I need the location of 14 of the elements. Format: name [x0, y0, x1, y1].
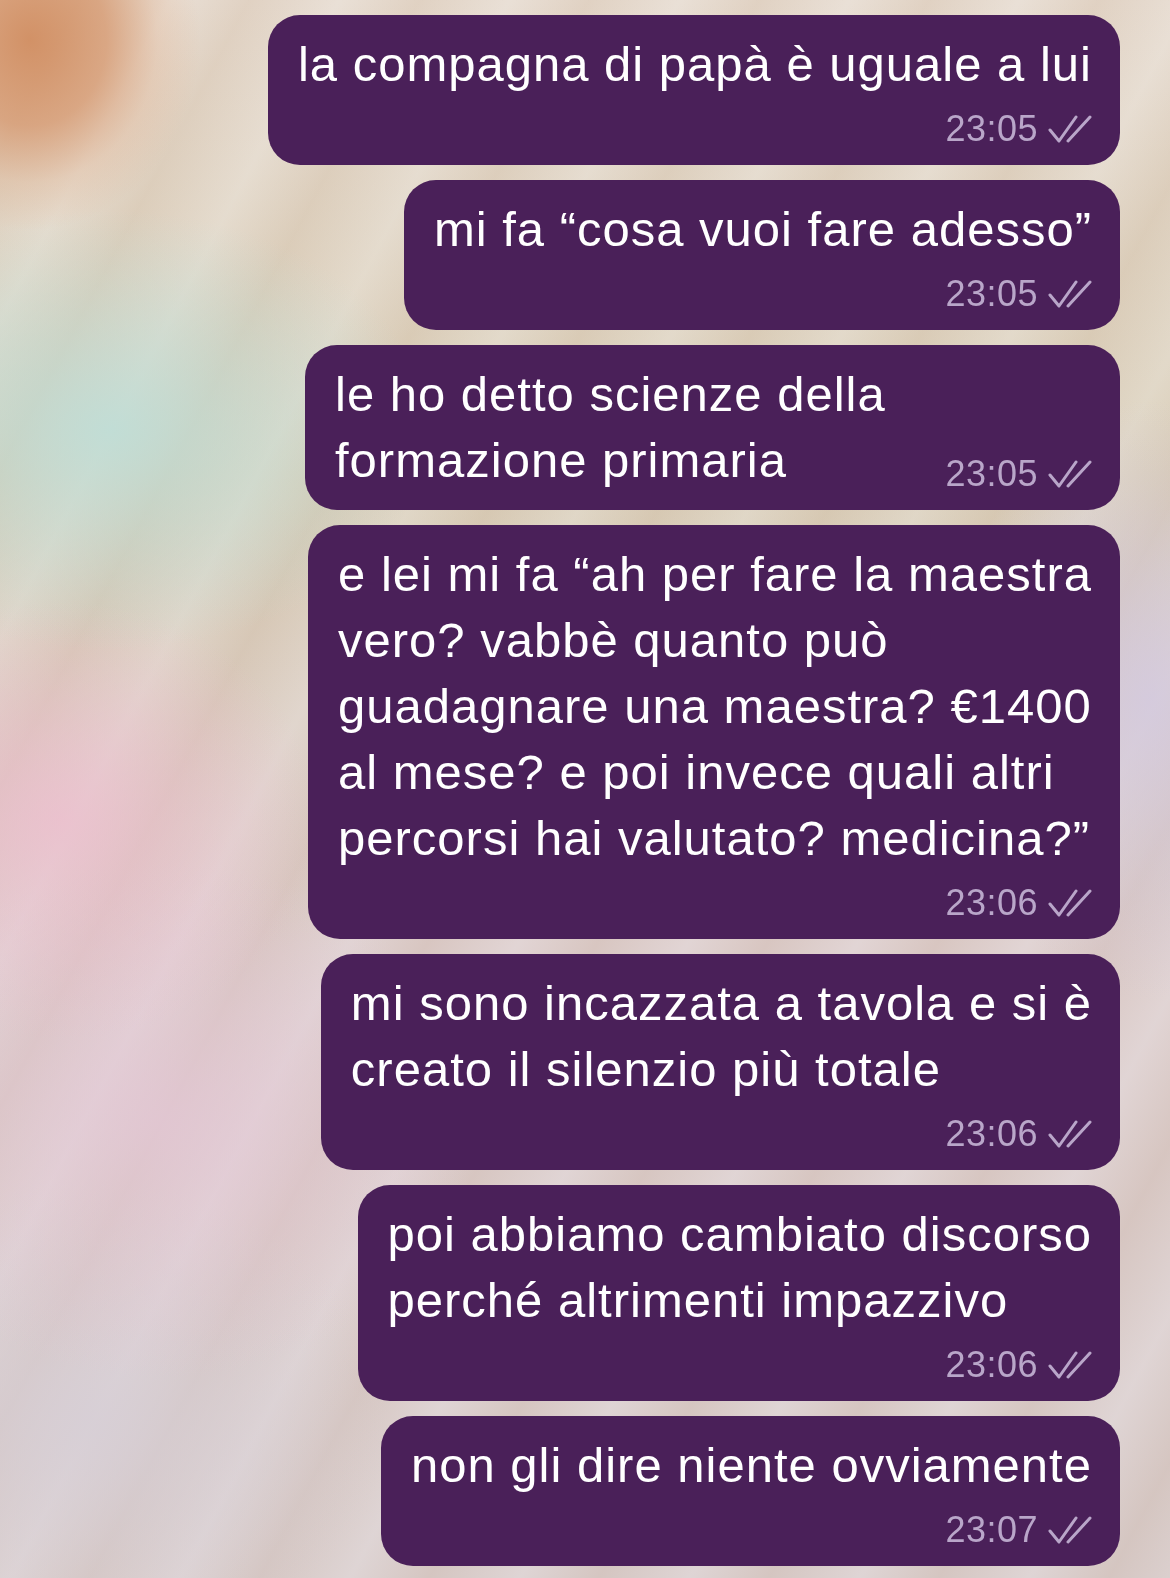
timestamp: 23:05 [945, 454, 1038, 494]
message-text: la compagna di papà è uguale a lui [297, 37, 1092, 91]
timestamp: 23:06 [945, 1345, 1038, 1385]
timestamp: 23:05 [945, 274, 1038, 314]
timestamp: 23:05 [945, 109, 1038, 149]
message-text: e lei mi fa “ah per fare la maestra vero? vabbè quanto può guadagnare una maestra? €1400 al mese? e poi invece quali altri percorsi hai valutato? medicina?” [338, 547, 1092, 865]
message-text: mi fa “cosa vuoi fare adesso” [433, 202, 1092, 256]
message-text: le ho detto scienze della formazione primaria [335, 367, 886, 487]
message-text: poi abbiamo cambiato discorso perché altrimenti impazzivo [387, 1207, 1092, 1327]
timestamp: 23:06 [945, 1114, 1038, 1154]
message-text: non gli dire niente ovviamente [410, 1438, 1092, 1492]
timestamp: 23:07 [945, 1510, 1038, 1550]
message-text: mi sono incazzata a tavola e si è creato il silenzio più totale [350, 976, 1092, 1096]
timestamp: 23:06 [945, 883, 1038, 923]
